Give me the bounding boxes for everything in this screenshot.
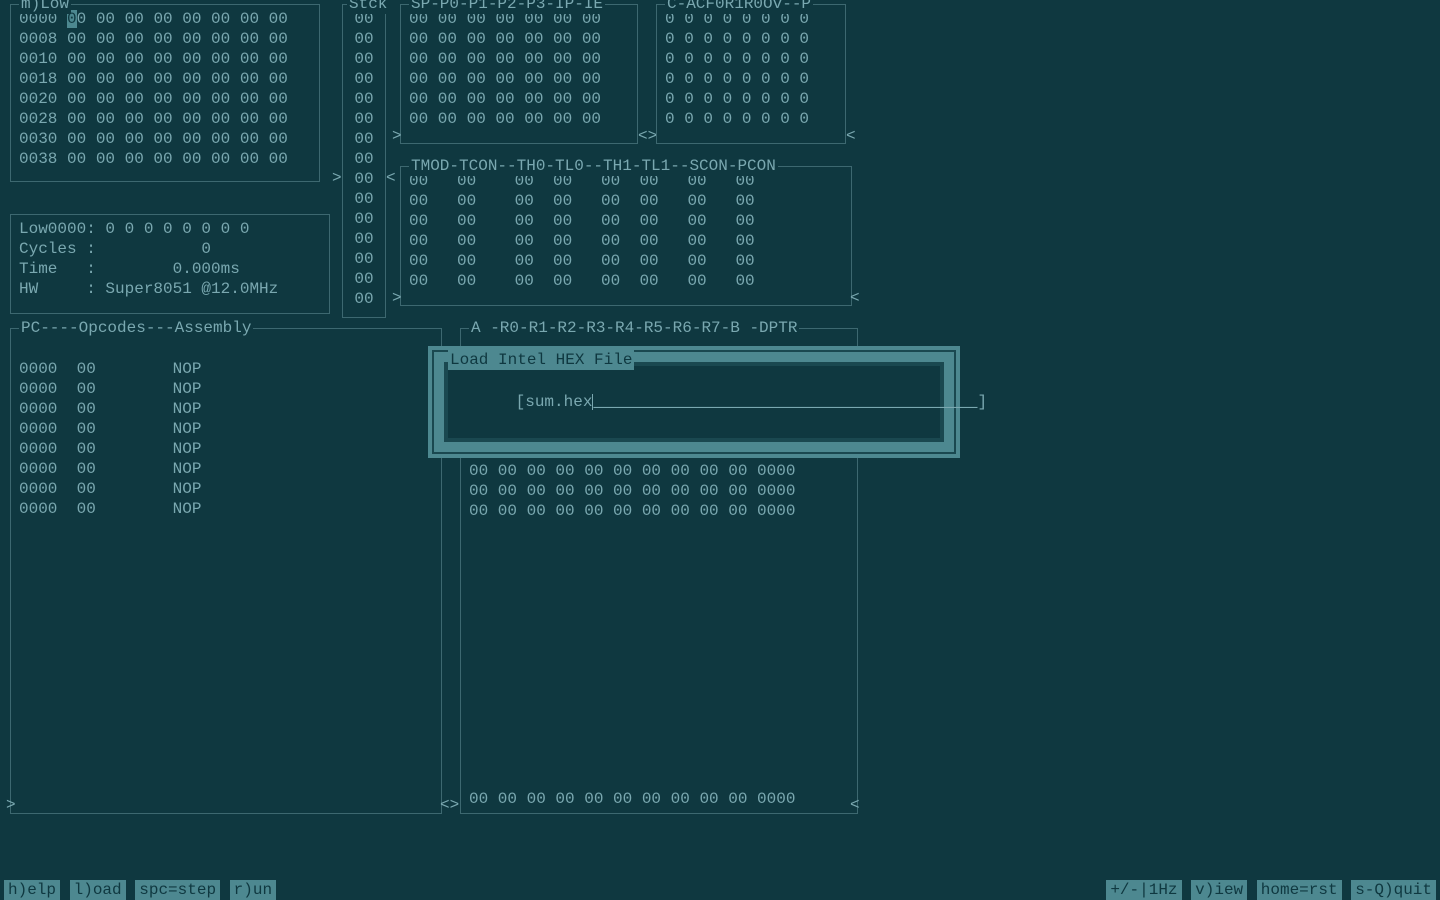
- psw-row: 0 0 0 0 0 0 0 0: [665, 49, 837, 69]
- stack-marker-right: <: [386, 168, 396, 188]
- timers-row: 00 00 00 00 00 00 00 00: [409, 191, 843, 211]
- memory-panel: m)Low 0000 00 00 00 00 00 00 00 000008 0…: [10, 4, 320, 182]
- stack-row: 00: [351, 69, 377, 89]
- stack-row: 00: [351, 269, 377, 289]
- load-hex-dialog: Load Intel HEX File [sum.hex____________…: [428, 346, 960, 458]
- memory-row: 0028 00 00 00 00 00 00 00 00: [19, 109, 311, 129]
- psw-title: C-ACF0R1R0Ov--P: [665, 0, 813, 14]
- disasm-panel: PC----Opcodes---Assembly 0000 00 NOP0000…: [10, 328, 442, 814]
- bracket-close: ]: [978, 393, 988, 411]
- timers-row: 00 00 00 00 00 00 00 00: [409, 271, 843, 291]
- disasm-row: 0000 00 NOP: [19, 479, 433, 499]
- dialog-title: Load Intel HEX File: [448, 350, 634, 370]
- disasm-row: 0000 00 NOP: [19, 359, 433, 379]
- psw-row: 0 0 0 0 0 0 0 0: [665, 89, 837, 109]
- stack-title: Stck: [347, 0, 389, 14]
- stack-marker-left: >: [332, 168, 342, 188]
- run-button[interactable]: r)un: [230, 880, 276, 900]
- timers-row: 00 00 00 00 00 00 00 00: [409, 211, 843, 231]
- step-button[interactable]: spc=step: [135, 880, 220, 900]
- status-time: Time : 0.000ms: [19, 259, 321, 279]
- memory-row: 0010 00 00 00 00 00 00 00 00: [19, 49, 311, 69]
- memory-title: m)Low: [19, 0, 71, 14]
- stack-row: 00: [351, 109, 377, 129]
- bracket-open: [: [516, 393, 526, 411]
- view-button[interactable]: v)iew: [1191, 880, 1247, 900]
- timers-row: 00 00 00 00 00 00 00 00: [409, 251, 843, 271]
- hz-button[interactable]: +/-|1Hz: [1106, 880, 1181, 900]
- disasm-marker-left: >: [6, 795, 16, 815]
- stack-row: 00: [351, 129, 377, 149]
- stack-row: 00: [351, 49, 377, 69]
- regs-row: 00 00 00 00 00 00 00 00 00 00 0000: [469, 461, 849, 481]
- stack-row: 00: [351, 229, 377, 249]
- filename-input[interactable]: [sum.hex________________________________…: [444, 362, 944, 442]
- timers-marker-left: >: [392, 288, 402, 308]
- regs-bottom: 00 00 00 00 00 00 00 00 00 00 0000: [469, 789, 795, 809]
- ports-row: 00 00 00 00 00 00 00: [409, 89, 629, 109]
- stack-row: 00: [351, 89, 377, 109]
- reset-button[interactable]: home=rst: [1257, 880, 1342, 900]
- disasm-row: 0000 00 NOP: [19, 439, 433, 459]
- disasm-row: 0000 00 NOP: [19, 419, 433, 439]
- memory-row: 0038 00 00 00 00 00 00 00 00: [19, 149, 311, 169]
- memory-row: 0020 00 00 00 00 00 00 00 00: [19, 89, 311, 109]
- disasm-row: 0000 00 NOP: [19, 399, 433, 419]
- ports-title: SP-P0-P1-P2-P3-IP-IE: [409, 0, 605, 14]
- help-button[interactable]: h)elp: [4, 880, 60, 900]
- stack-row: 00: [351, 169, 377, 189]
- stack-panel: Stck 000000000000000000000000000000: [342, 4, 386, 318]
- timers-title: TMOD-TCON--TH0-TL0--TH1-TL1--SCON-PCON: [409, 156, 778, 176]
- memory-row: 0030 00 00 00 00 00 00 00 00: [19, 129, 311, 149]
- ports-row: 00 00 00 00 00 00 00: [409, 109, 629, 129]
- memory-row: 0018 00 00 00 00 00 00 00 00: [19, 69, 311, 89]
- ports-row: 00 00 00 00 00 00 00: [409, 49, 629, 69]
- status-bits: Low0000: 0 0 0 0 0 0 0 0: [19, 219, 321, 239]
- filename-underline: ________________________________________: [593, 393, 977, 411]
- ports-panel: SP-P0-P1-P2-P3-IP-IE 00 00 00 00 00 00 0…: [400, 4, 638, 144]
- stack-row: 00: [351, 149, 377, 169]
- ports-marker-left: >: [392, 126, 402, 146]
- timers-marker-right: <: [850, 288, 860, 308]
- ports-row: 00 00 00 00 00 00 00: [409, 69, 629, 89]
- regs-row: 00 00 00 00 00 00 00 00 00 00 0000: [469, 501, 849, 521]
- status-cycles: Cycles : 0: [19, 239, 321, 259]
- psw-row: 0 0 0 0 0 0 0 0: [665, 69, 837, 89]
- disasm-title: PC----Opcodes---Assembly: [19, 318, 253, 338]
- memory-row: 0008 00 00 00 00 00 00 00 00: [19, 29, 311, 49]
- regs-row: 00 00 00 00 00 00 00 00 00 00 0000: [469, 481, 849, 501]
- psw-row: 0 0 0 0 0 0 0 0: [665, 29, 837, 49]
- filename-value: sum.hex: [525, 393, 592, 411]
- status-panel: Low0000: 0 0 0 0 0 0 0 0 Cycles : 0 Time…: [10, 214, 330, 314]
- ports-marker-mid: <>: [638, 126, 657, 146]
- timers-panel: TMOD-TCON--TH0-TL0--TH1-TL1--SCON-PCON 0…: [400, 166, 852, 306]
- regs-title: A -R0-R1-R2-R3-R4-R5-R6-R7-B -DPTR: [469, 318, 799, 338]
- stack-row: 00: [351, 29, 377, 49]
- psw-row: 0 0 0 0 0 0 0 0: [665, 109, 837, 129]
- status-hw: HW : Super8051 @12.0MHz: [19, 279, 321, 299]
- footer-bar: h)elp l)oad spc=step r)un +/-|1Hz v)iew …: [0, 880, 1440, 900]
- quit-button[interactable]: s-Q)quit: [1351, 880, 1436, 900]
- disasm-row: 0000 00 NOP: [19, 459, 433, 479]
- disasm-row: 0000 00 NOP: [19, 379, 433, 399]
- disasm-marker-mid: <>: [440, 795, 459, 815]
- disasm-row: 0000 00 NOP: [19, 499, 433, 519]
- stack-row: 00: [351, 249, 377, 269]
- load-button[interactable]: l)oad: [70, 880, 126, 900]
- stack-row: 00: [351, 209, 377, 229]
- timers-row: 00 00 00 00 00 00 00 00: [409, 231, 843, 251]
- regs-marker-right: <: [850, 795, 860, 815]
- ports-row: 00 00 00 00 00 00 00: [409, 29, 629, 49]
- stack-row: 00: [351, 189, 377, 209]
- psw-panel: C-ACF0R1R0Ov--P 0 0 0 0 0 0 0 00 0 0 0 0…: [656, 4, 846, 144]
- stack-row: 00: [351, 289, 377, 309]
- psw-marker-right: <: [846, 126, 856, 146]
